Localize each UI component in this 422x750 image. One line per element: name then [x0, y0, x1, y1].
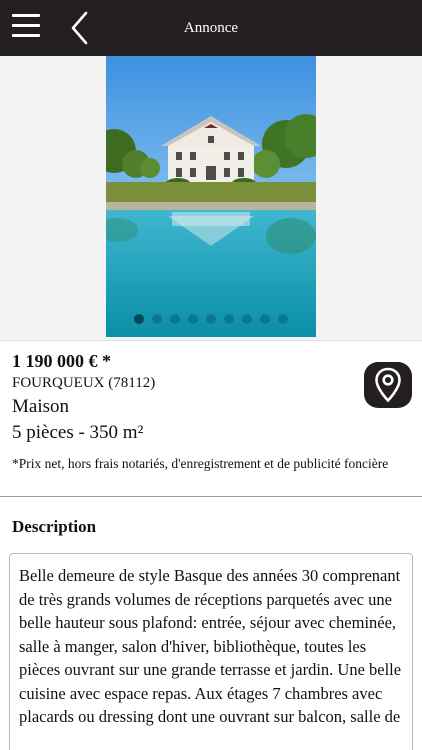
price: 1 190 000 € * [12, 351, 111, 371]
slide-dot[interactable] [206, 314, 216, 324]
slide-dot[interactable] [152, 314, 162, 324]
property-type: Maison [12, 396, 69, 417]
slide-dot[interactable] [224, 314, 234, 324]
description-text[interactable]: Belle demeure de style Basque des années… [9, 553, 413, 750]
description-section: Description Belle demeure de style Basqu… [0, 497, 422, 750]
map-button[interactable] [364, 362, 412, 408]
page-title: Annonce [183, 20, 239, 36]
slide-dot[interactable] [188, 314, 198, 324]
location: FOURQUEUX (78112) [12, 375, 156, 391]
slide-dot[interactable] [242, 314, 252, 324]
house-with-pool-photo[interactable] [106, 56, 316, 337]
slide-dot[interactable] [134, 314, 144, 324]
slide-indicator [106, 314, 316, 328]
slide-dot[interactable] [278, 314, 288, 324]
rooms-area: 5 pièces - 350 m² [12, 422, 144, 443]
top-bar: Annonce [0, 0, 422, 56]
listing-info: 1 190 000 € * FOURQUEUX (78112) Maison 5… [0, 340, 422, 497]
photo-gallery[interactable] [0, 56, 422, 340]
map-pin-icon [375, 367, 401, 403]
price-note: *Prix net, hors frais notariés, d'enregi… [12, 456, 389, 471]
description-heading: Description [12, 517, 97, 536]
slide-dot[interactable] [170, 314, 180, 324]
slide-dot[interactable] [260, 314, 270, 324]
